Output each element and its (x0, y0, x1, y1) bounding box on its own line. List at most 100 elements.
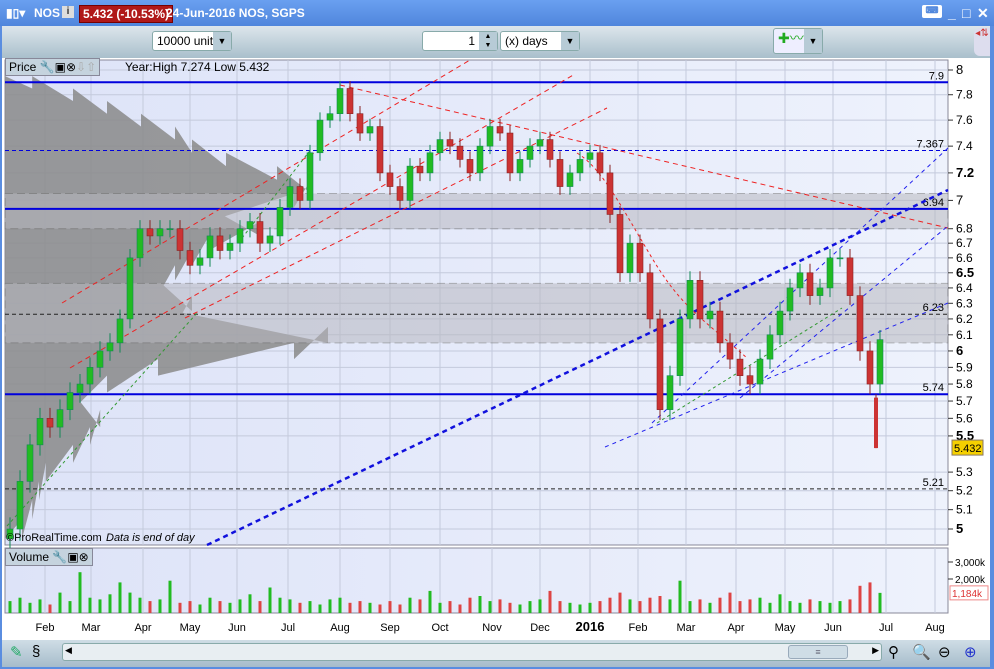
y-tick-label: 6.4 (956, 281, 973, 295)
scroll-left-icon[interactable]: ◀ (65, 645, 72, 656)
zoom-in-icon[interactable]: ⊕ (964, 643, 977, 661)
window-icon[interactable]: ▣ (55, 60, 66, 74)
window-icon[interactable]: ▣ (67, 550, 78, 564)
candle-body (256, 221, 264, 244)
candle-body (26, 444, 34, 482)
stepper-arrows-icon[interactable]: ▲ ▼ (479, 32, 497, 50)
candle-body (116, 318, 124, 344)
chart-style-icon[interactable]: § (32, 643, 40, 660)
volume-bar (338, 597, 342, 613)
info-icon[interactable]: i (62, 6, 74, 18)
price-panel-label: Price (9, 60, 37, 74)
candle-body (476, 145, 484, 174)
wrench-icon[interactable]: 🔧 (40, 60, 55, 74)
maximize-button[interactable]: □ (962, 5, 970, 21)
autoscale-icon[interactable]: ⚲ (888, 643, 899, 661)
candle-body (376, 126, 384, 174)
volume-bar (118, 582, 122, 613)
volume-bar (308, 601, 312, 613)
candle-body (526, 145, 534, 160)
zoom-fit-icon[interactable]: 🔍 (912, 643, 931, 661)
ticker-label[interactable]: NOS (34, 6, 60, 20)
price-zone (4, 282, 949, 344)
volume-bar (458, 604, 462, 613)
drawing-tools-icon[interactable]: ✎ (10, 643, 23, 661)
y-tick-label: 5.2 (956, 484, 973, 498)
period-stepper[interactable]: 1 ▲ ▼ (422, 31, 498, 51)
candle-body (786, 287, 794, 312)
volume-bar (378, 604, 382, 613)
last-price-label: 5.432 (954, 443, 982, 455)
volume-bar (428, 590, 432, 613)
volume-bar (878, 592, 882, 613)
x-tick-label: Apr (727, 622, 744, 634)
candle-body (636, 242, 644, 274)
x-tick-label: Jul (879, 622, 893, 634)
y-tick-label: 6.2 (956, 312, 973, 326)
x-tick-label: Aug (925, 622, 945, 634)
candle-body (66, 392, 74, 410)
x-tick-label: Sep (380, 622, 400, 634)
period-value: 1 (468, 34, 475, 48)
volume-bar (778, 594, 782, 613)
volume-bar (848, 599, 852, 613)
candle-body (566, 172, 574, 187)
keyboard-icon[interactable]: ⌨ (922, 5, 942, 18)
period-unit-value: (x) days (505, 34, 548, 48)
scroll-right-icon[interactable]: ▶ (872, 645, 879, 656)
add-indicator-button[interactable]: ✚〰 ▼ (773, 28, 823, 54)
close-circle-icon[interactable]: ⊗ (79, 550, 89, 564)
volume-bar (178, 602, 182, 613)
close-circle-icon[interactable]: ⊗ (66, 60, 76, 74)
candle-body (766, 334, 774, 360)
candle-body (266, 235, 274, 244)
chart-area: 8 7.8 7.6 7.4 7.2 7 6.8 6.7 6.6 6.5 6.4 6.3 6.2 6.1 6 5… (2, 58, 990, 640)
volume-bar (668, 599, 672, 613)
candle-body (836, 257, 844, 260)
volume-bar (248, 594, 252, 613)
close-button[interactable]: ✕ (977, 5, 989, 22)
candlestick-icon[interactable]: ▮▯▾ (6, 6, 25, 20)
volume-bar (648, 597, 652, 613)
candle-body (426, 152, 434, 174)
volume-bar (618, 592, 622, 613)
candle-body (276, 207, 284, 237)
candle-body (86, 367, 94, 385)
x-tick-label: Apr (134, 622, 151, 634)
volume-bar (288, 599, 292, 613)
candle-body (146, 228, 154, 237)
volume-bar (758, 597, 762, 613)
volume-bar (488, 601, 492, 613)
minimize-button[interactable]: _ (948, 5, 956, 21)
volume-bar (108, 594, 112, 613)
candle-body (486, 126, 494, 147)
candle-body (336, 88, 344, 114)
wrench-icon[interactable]: 🔧 (52, 550, 67, 564)
candle-body (386, 172, 394, 187)
volume-bar (148, 601, 152, 613)
volume-bar (198, 604, 202, 613)
period-unit-select[interactable]: (x) days ▼ (500, 31, 580, 51)
move-up-icon[interactable]: ⇧ (86, 60, 96, 74)
volume-bar (228, 602, 232, 613)
x-tick-label: May (775, 622, 796, 634)
move-down-icon[interactable]: ⇩ (76, 60, 86, 74)
volume-bar (838, 601, 842, 613)
y-tick-label: 7.4 (956, 139, 973, 153)
volume-bar (698, 599, 702, 613)
level-label: 7.367 (916, 139, 944, 151)
horizontal-scrollbar[interactable]: ◀ ≡ ▶ (62, 643, 882, 661)
candle-body (806, 272, 814, 296)
side-panel-toggle-icon[interactable]: ◂⇅ (974, 28, 990, 56)
chart-canvas[interactable]: 8 7.8 7.6 7.4 7.2 7 6.86.76.66.56.46.3 6.2 6.16 5… (2, 58, 990, 640)
zoom-out-icon[interactable]: ⊖ (938, 643, 951, 661)
volume-bar (738, 601, 742, 613)
units-select[interactable]: 10000 units ▼ (152, 31, 232, 51)
volume-bar (768, 602, 772, 613)
candle-body (196, 257, 204, 266)
candle-body (156, 228, 164, 237)
x-tick-label: Jun (824, 622, 842, 634)
scrollbar-thumb[interactable]: ≡ (788, 645, 848, 659)
x-tick-label: Oct (431, 622, 448, 634)
candle-body (436, 139, 444, 154)
